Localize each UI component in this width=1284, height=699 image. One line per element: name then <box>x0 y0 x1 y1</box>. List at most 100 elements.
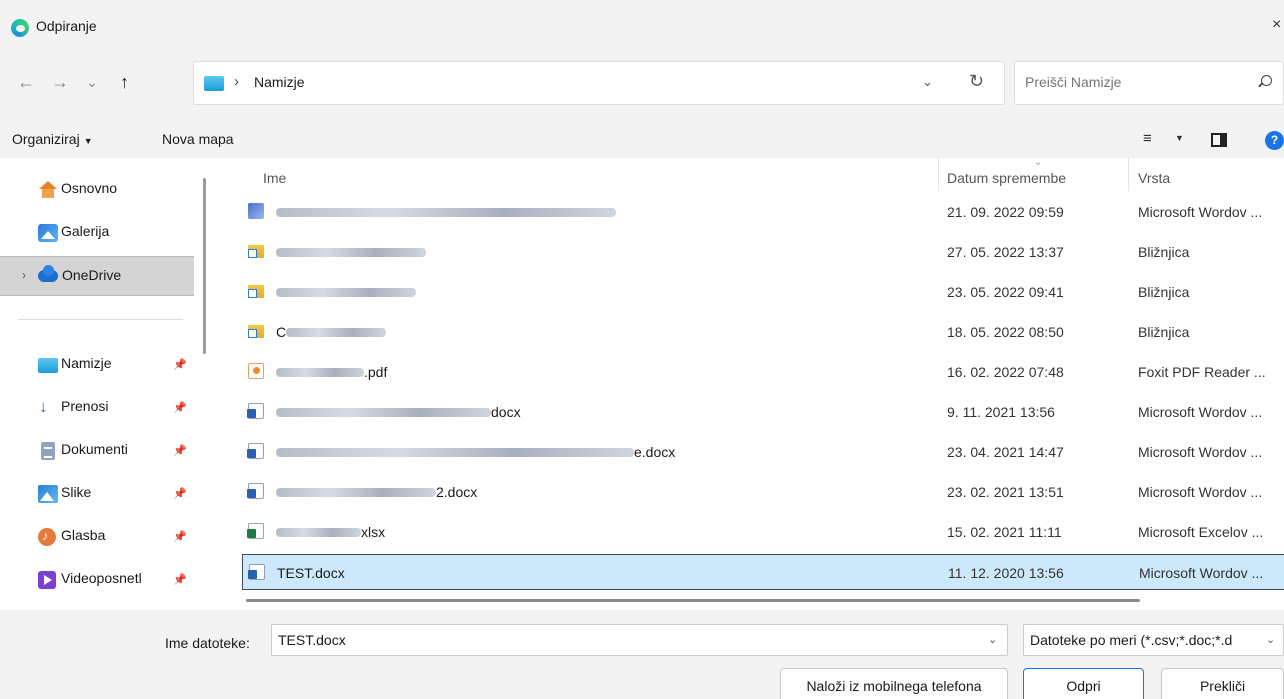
file-type: Microsoft Wordov ... <box>1138 404 1263 420</box>
blurred-name <box>286 327 387 337</box>
file-name: 2.docx <box>276 484 477 500</box>
caret-down-icon[interactable]: ▼ <box>1175 133 1184 143</box>
address-path[interactable]: Namizje <box>254 74 305 90</box>
file-type: Bližnjica <box>1138 244 1190 260</box>
sidebar-item-documents[interactable]: Dokumenti 📌 <box>18 431 192 471</box>
pin-icon[interactable]: 📌 <box>173 530 187 543</box>
file-row[interactable]: .pdf 16. 02. 2022 07:48 Foxit PDF Reader… <box>242 354 1284 390</box>
cloud-icon <box>38 265 58 282</box>
filename-combobox[interactable]: ⌄ <box>271 624 1008 656</box>
sidebar-item-label: Slike <box>61 484 92 500</box>
download-icon: ↓ <box>39 397 48 416</box>
column-header-name[interactable]: Ime <box>263 170 286 186</box>
column-separator[interactable] <box>1128 158 1129 191</box>
sidebar-item-label: Osnovno <box>61 180 118 196</box>
blurred-name <box>276 247 426 257</box>
sidebar-item-home[interactable]: Osnovno <box>18 170 192 210</box>
file-row[interactable]: 27. 05. 2022 13:37 Bližnjica <box>242 234 1284 270</box>
file-type: Bližnjica <box>1138 324 1190 340</box>
upload-from-mobile-button[interactable]: Naloži iz mobilnega telefona <box>780 668 1008 699</box>
view-options-icon[interactable]: ≡ <box>1143 130 1152 147</box>
organize-menu[interactable]: Organiziraj ▼ <box>12 131 93 147</box>
document-icon <box>248 203 264 219</box>
up-button[interactable]: ↑ <box>120 72 129 92</box>
filename-field[interactable] <box>278 632 978 648</box>
title-bar: Odpiranje × <box>0 0 1284 52</box>
chevron-right-icon[interactable]: › <box>234 73 239 90</box>
file-row[interactable]: docx 9. 11. 2021 13:56 Microsoft Wordov … <box>242 394 1284 430</box>
sidebar-item-label: OneDrive <box>62 267 122 283</box>
search-icon[interactable] <box>1261 75 1272 86</box>
file-type-filter[interactable]: Datoteke po meri (*.csv;*.doc;*.d ⌄ <box>1023 624 1284 656</box>
address-dropdown-button[interactable]: ⌄ <box>922 74 933 90</box>
file-list: Ime ⌄ Datum spremembe Vrsta 21. 09. 2022… <box>216 157 1284 610</box>
word-icon <box>247 403 264 419</box>
file-type: Bližnjica <box>1138 284 1190 300</box>
file-type: Microsoft Wordov ... <box>1139 565 1264 581</box>
sidebar-item-pictures[interactable]: Slike 📌 <box>18 474 192 514</box>
file-date: 16. 02. 2022 07:48 <box>947 364 1064 380</box>
file-row[interactable]: 23. 05. 2022 09:41 Bližnjica <box>242 274 1284 310</box>
column-header-type[interactable]: Vrsta <box>1138 170 1170 186</box>
sidebar-item-onedrive[interactable]: › OneDrive <box>0 256 194 296</box>
filename-label: Ime datoteke: <box>165 635 250 651</box>
file-row[interactable]: e.docx 23. 04. 2021 14:47 Microsoft Word… <box>242 434 1284 470</box>
sidebar-scrollbar[interactable] <box>203 178 206 354</box>
horizontal-scrollbar[interactable] <box>246 599 1140 602</box>
address-bar[interactable]: › Namizje ⌄ ↻ <box>193 61 1005 105</box>
file-row-selected[interactable]: TEST.docx 11. 12. 2020 13:56 Microsoft W… <box>242 554 1284 590</box>
documents-icon <box>41 442 55 460</box>
file-date: 21. 09. 2022 09:59 <box>947 204 1064 220</box>
file-date: 23. 05. 2022 09:41 <box>947 284 1064 300</box>
shortcut-folder-icon <box>248 245 264 258</box>
file-row[interactable]: xlsx 15. 02. 2021 11:11 Microsoft Excelo… <box>242 514 1284 550</box>
forward-button[interactable]: → <box>51 72 69 92</box>
pin-icon[interactable]: 📌 <box>173 358 187 371</box>
file-row[interactable]: 2.docx 23. 02. 2021 13:51 Microsoft Word… <box>242 474 1284 510</box>
gallery-icon <box>38 224 58 242</box>
file-row[interactable]: 21. 09. 2022 09:59 Microsoft Wordov ... <box>242 194 1284 230</box>
pin-icon[interactable]: 📌 <box>173 401 187 414</box>
pin-icon[interactable]: 📌 <box>173 573 187 586</box>
word-icon <box>247 443 264 459</box>
sidebar-divider <box>18 319 183 320</box>
file-date: 18. 05. 2022 08:50 <box>947 324 1064 340</box>
back-button[interactable]: ← <box>17 72 35 92</box>
pdf-icon <box>248 363 264 379</box>
file-type: Microsoft Excelov ... <box>1138 524 1264 540</box>
recent-locations-button[interactable]: ⌄ <box>86 72 98 92</box>
shortcut-folder-icon <box>248 285 264 298</box>
sidebar-item-gallery[interactable]: Galerija <box>18 213 192 253</box>
sidebar-item-desktop[interactable]: Namizje 📌 <box>18 345 192 385</box>
file-row[interactable]: C 18. 05. 2022 08:50 Bližnjica <box>242 314 1284 350</box>
column-separator[interactable] <box>938 158 939 191</box>
preview-pane-icon[interactable] <box>1211 133 1227 147</box>
sidebar-item-videos[interactable]: Videoposnetl 📌 <box>18 560 192 600</box>
search-input[interactable] <box>1025 74 1245 90</box>
blurred-name <box>276 527 361 537</box>
help-icon[interactable]: ? <box>1265 131 1284 150</box>
file-type-filter-value: Datoteke po meri (*.csv;*.doc;*.d <box>1030 632 1233 648</box>
refresh-button[interactable]: ↻ <box>969 71 984 92</box>
close-button[interactable]: × <box>1272 16 1281 34</box>
cancel-button[interactable]: Prekliči <box>1161 668 1284 699</box>
navigation-pane: Osnovno Galerija › OneDrive Namizje 📌 ↓ … <box>0 158 215 610</box>
blurred-name <box>276 447 634 457</box>
blurred-name <box>276 407 491 417</box>
file-date: 11. 12. 2020 13:56 <box>948 565 1064 581</box>
sidebar-item-music[interactable]: Glasba 📌 <box>18 517 192 557</box>
column-header-date[interactable]: Datum spremembe <box>947 170 1066 186</box>
sort-chevron-icon: ⌄ <box>1034 157 1043 168</box>
pin-icon[interactable]: 📌 <box>173 444 187 457</box>
pin-icon[interactable]: 📌 <box>173 487 187 500</box>
open-button[interactable]: Odpri <box>1023 668 1144 699</box>
new-folder-button[interactable]: Nova mapa <box>162 131 234 147</box>
excel-icon <box>247 523 264 539</box>
chevron-right-icon[interactable]: › <box>22 268 26 282</box>
sidebar-item-label: Glasba <box>61 527 106 543</box>
search-box[interactable] <box>1014 61 1284 105</box>
sidebar-item-downloads[interactable]: ↓ Prenosi 📌 <box>18 388 192 428</box>
chevron-down-icon[interactable]: ⌄ <box>988 633 997 646</box>
chevron-down-icon[interactable]: ⌄ <box>1266 633 1275 646</box>
file-date: 15. 02. 2021 11:11 <box>947 524 1062 540</box>
